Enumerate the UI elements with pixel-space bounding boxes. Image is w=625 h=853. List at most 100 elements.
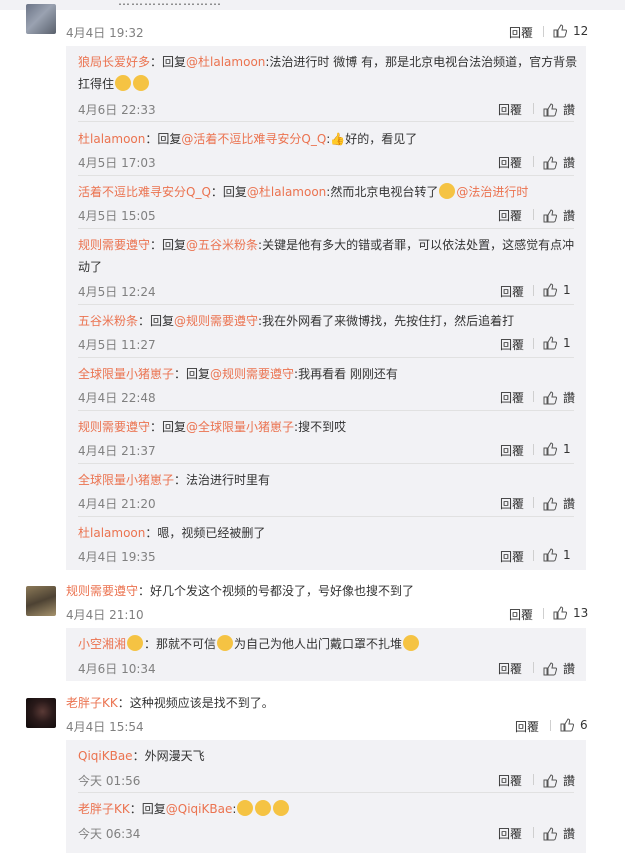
reply-author[interactable]: 五谷米粉条 bbox=[78, 314, 138, 328]
reply-button[interactable]: 回覆 bbox=[509, 24, 533, 41]
like-button[interactable]: 13 bbox=[553, 606, 588, 620]
reply-button[interactable]: 回覆 bbox=[509, 606, 533, 623]
avatar[interactable] bbox=[26, 586, 56, 616]
like-button[interactable]: 1 bbox=[543, 548, 571, 562]
thumbs-up-icon bbox=[553, 24, 567, 38]
reply-button[interactable]: 回覆 bbox=[500, 389, 524, 406]
avatar[interactable] bbox=[26, 4, 56, 34]
mention-link[interactable]: @五谷米粉条 bbox=[186, 238, 258, 252]
like-button[interactable]: 讚 bbox=[543, 101, 575, 118]
thumbs-up-icon bbox=[543, 773, 557, 787]
thumbs-up-icon bbox=[543, 208, 557, 222]
like-button[interactable]: 讚 bbox=[543, 495, 575, 512]
reply-button[interactable]: 回覆 bbox=[498, 101, 522, 118]
comment-body: ：好几个发这个视频的号都没了，号好像也搜不到了 bbox=[138, 584, 415, 598]
like-button[interactable]: 12 bbox=[553, 24, 588, 38]
divider bbox=[543, 608, 544, 619]
emoji-icon bbox=[133, 75, 150, 91]
reply-author[interactable]: 小空湘湘 bbox=[78, 637, 126, 651]
like-button[interactable]: 讚 bbox=[543, 825, 575, 842]
reply-author[interactable]: 杜lalamoon bbox=[78, 526, 145, 540]
like-count: 讚 bbox=[563, 774, 576, 788]
reply-time: 4月6日 10:34 bbox=[78, 662, 156, 676]
reply-button[interactable]: 回覆 bbox=[500, 548, 524, 565]
emoji-icon bbox=[403, 635, 420, 651]
like-button[interactable]: 讚 bbox=[543, 154, 575, 171]
mention-link[interactable]: @QiqiKBae bbox=[166, 802, 233, 816]
reply-button[interactable]: 回覆 bbox=[500, 495, 524, 512]
reply-author[interactable]: QiqiKBae bbox=[78, 749, 133, 763]
comment-author[interactable]: 规则需要遵守 bbox=[66, 584, 138, 598]
like-button[interactable]: 讚 bbox=[543, 389, 575, 406]
comment-time: 4月4日 15:54 bbox=[66, 720, 144, 734]
reply-prefix: ：回复 bbox=[150, 55, 187, 69]
reply-body: 嗯，视频已经被删了 bbox=[157, 526, 266, 540]
thumbs-up-icon bbox=[543, 442, 557, 456]
reply-body: :关键是他有多大的错或者罪，可以依法处置，这感觉有点冲 bbox=[258, 238, 575, 252]
reply-author[interactable]: 规则需要遵守 bbox=[78, 238, 150, 252]
reply-button[interactable]: 回覆 bbox=[498, 154, 522, 171]
mention-link[interactable]: @全球限量小猪崽子 bbox=[186, 420, 294, 434]
reply-button[interactable]: 回覆 bbox=[498, 772, 522, 789]
reply-button[interactable]: 回覆 bbox=[500, 442, 524, 459]
mention-link[interactable]: @规则需要遵守 bbox=[210, 367, 294, 381]
like-count: 讚 bbox=[563, 209, 576, 223]
mention-link[interactable]: @杜lalamoon bbox=[247, 185, 326, 199]
reply-time: 4月4日 21:20 bbox=[78, 497, 156, 511]
like-button[interactable]: 1 bbox=[543, 442, 571, 456]
divider bbox=[543, 26, 544, 37]
reply-button[interactable]: 回覆 bbox=[498, 825, 522, 842]
reply-prefix: ：回复 bbox=[174, 367, 211, 381]
reply-body: :我在外网看了来微博找，先按住打，然后追着打 bbox=[258, 314, 515, 328]
emoji-icon bbox=[273, 800, 290, 816]
reply-author[interactable]: 全球限量小猪崽子 bbox=[78, 473, 174, 487]
mention-link[interactable]: @规则需要遵守 bbox=[174, 314, 258, 328]
comment-author[interactable]: 老胖子KK bbox=[66, 696, 118, 710]
reply-button[interactable]: 回覆 bbox=[500, 283, 524, 300]
reply-button[interactable]: 回覆 bbox=[500, 336, 524, 353]
like-count: 讚 bbox=[563, 391, 576, 405]
reply-time: 4月4日 22:48 bbox=[78, 391, 156, 405]
reply-prefix: ：回复 bbox=[138, 314, 175, 328]
like-button[interactable]: 1 bbox=[543, 336, 571, 350]
row-separator bbox=[78, 516, 574, 517]
reply-button[interactable]: 回覆 bbox=[515, 718, 539, 735]
reply-author[interactable]: 全球限量小猪崽子 bbox=[78, 367, 174, 381]
mention-link[interactable]: @杜lalamoon bbox=[186, 55, 265, 69]
reply-button[interactable]: 回覆 bbox=[498, 207, 522, 224]
mention-link[interactable]: @活着不逗比难寻安分Q_Q bbox=[181, 132, 326, 146]
reply-author[interactable]: 杜lalamoon bbox=[78, 132, 145, 146]
reply-time: 4月5日 11:27 bbox=[78, 338, 156, 352]
divider bbox=[533, 827, 534, 838]
reply-button[interactable]: 回覆 bbox=[498, 660, 522, 677]
reply-author[interactable]: 规则需要遵守 bbox=[78, 420, 150, 434]
reply-author[interactable]: 老胖子KK bbox=[78, 802, 130, 816]
like-button[interactable]: 讚 bbox=[543, 660, 575, 677]
reply-text: 全球限量小猪崽子：法治进行时里有 bbox=[78, 469, 270, 491]
thumbs-up-icon bbox=[560, 718, 574, 732]
emoji-icon bbox=[439, 183, 456, 199]
reply-author[interactable]: 狼局长爱好多 bbox=[78, 55, 150, 69]
like-button[interactable]: 讚 bbox=[543, 772, 575, 789]
thumbs-up-icon bbox=[553, 606, 567, 620]
divider bbox=[533, 497, 534, 508]
comment-time: 4月4日 21:10 bbox=[66, 608, 144, 622]
divider bbox=[533, 391, 534, 402]
emoji-icon bbox=[127, 635, 144, 651]
reply-text: 活着不逗比难寻安分Q_Q：回复@杜lalamoon:然而北京电视台转了 @法治进行… bbox=[78, 181, 528, 203]
avatar[interactable] bbox=[26, 698, 56, 728]
like-button[interactable]: 1 bbox=[543, 283, 571, 297]
reply-text: 全球限量小猪崽子：回复@规则需要遵守:我再看看 刚刚还有 bbox=[78, 363, 398, 385]
divider bbox=[533, 444, 534, 455]
reply-text: 杜lalamoon：嗯，视频已经被删了 bbox=[78, 522, 265, 544]
row-separator bbox=[78, 463, 574, 464]
like-button[interactable]: 讚 bbox=[543, 207, 575, 224]
reply-author[interactable]: 活着不逗比难寻安分Q_Q bbox=[78, 185, 211, 199]
reply-time: 4月5日 12:24 bbox=[78, 285, 156, 299]
thumbs-up-icon bbox=[543, 390, 557, 404]
like-button[interactable]: 6 bbox=[560, 718, 588, 732]
like-count: 讚 bbox=[563, 103, 576, 117]
mention-link[interactable]: @法治进行时 bbox=[456, 185, 528, 199]
comment-text: 规则需要遵守：好几个发这个视频的号都没了，号好像也搜不到了 bbox=[66, 580, 414, 602]
reply-prefix: ： bbox=[144, 637, 157, 651]
